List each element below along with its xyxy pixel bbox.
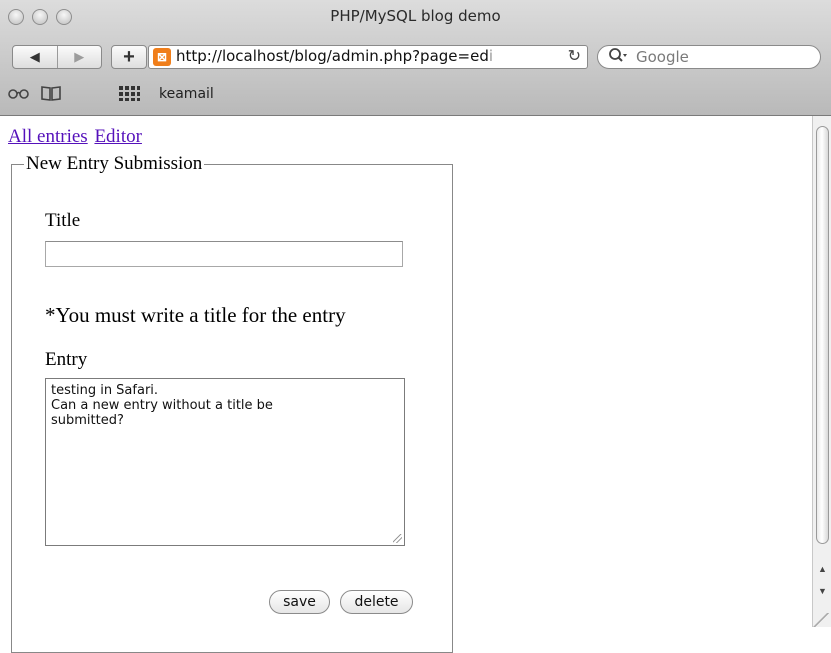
resize-grip-icon[interactable]: [393, 534, 402, 543]
window-title: PHP/MySQL blog demo: [330, 7, 501, 25]
add-bookmark-button[interactable]: +: [111, 45, 147, 69]
magnifier-icon: [609, 48, 627, 62]
scroll-down-arrow-icon[interactable]: ▼: [816, 586, 829, 596]
reload-icon[interactable]: ↻: [568, 46, 581, 66]
page-content: All entries Editor New Entry Submission …: [0, 116, 812, 653]
search-placeholder: Google: [636, 48, 689, 66]
back-button[interactable]: ◀: [13, 46, 58, 68]
forward-button[interactable]: ▶: [58, 46, 102, 68]
open-book-icon[interactable]: [40, 84, 62, 107]
window-resize-grip-icon[interactable]: [812, 613, 831, 627]
scrollbar-thumb[interactable]: [816, 126, 829, 544]
editor-link[interactable]: Editor: [94, 126, 142, 147]
fieldset-legend: New Entry Submission: [26, 153, 203, 174]
grid-icon[interactable]: [118, 84, 140, 107]
admin-nav: All entries Editor: [8, 126, 144, 148]
search-field[interactable]: Google: [597, 45, 821, 69]
back-arrow-icon: ◀: [29, 49, 40, 64]
xampp-favicon-icon: ⊠: [153, 48, 171, 66]
scroll-up-arrow-icon[interactable]: ▲: [816, 564, 829, 574]
vertical-scrollbar[interactable]: ▲ ▼: [812, 116, 831, 627]
reading-glasses-icon[interactable]: [8, 84, 30, 107]
entry-label: Entry: [45, 349, 88, 370]
url-text[interactable]: http://localhost/blog/admin.php?page=edi: [176, 47, 493, 65]
bookmark-keamail[interactable]: keamail: [159, 86, 214, 102]
search-icon: [608, 47, 628, 69]
forward-arrow-icon: ▶: [74, 49, 85, 64]
delete-button[interactable]: delete: [340, 590, 413, 614]
title-bar: PHP/MySQL blog demo: [0, 0, 831, 36]
new-entry-fieldset: New Entry Submission Title *You must wri…: [11, 153, 453, 653]
plus-icon: +: [123, 46, 135, 68]
entry-textarea[interactable]: testing in Safari. Can a new entry witho…: [45, 378, 405, 546]
back-forward-buttons: ◀ ▶: [12, 45, 102, 69]
all-entries-link[interactable]: All entries: [8, 126, 88, 147]
title-input[interactable]: [45, 241, 403, 267]
bookmarks-bar: keamail: [0, 80, 831, 110]
error-message: *You must write a title for the entry: [45, 303, 346, 327]
title-label: Title: [45, 210, 81, 231]
address-bar[interactable]: ⊠ http://localhost/blog/admin.php?page=e…: [148, 45, 588, 69]
browser-chrome: PHP/MySQL blog demo ◀ ▶ + ⊠ http://local…: [0, 0, 831, 116]
save-button[interactable]: save: [269, 590, 330, 614]
